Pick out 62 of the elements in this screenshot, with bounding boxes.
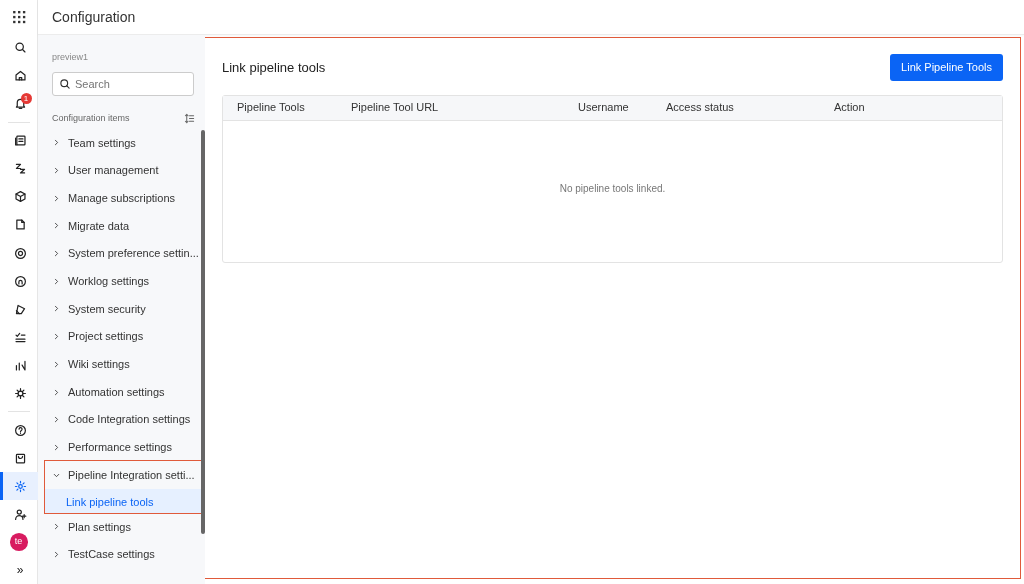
config-item[interactable]: Code Integration settings [52,405,195,434]
chevron-right-icon [52,221,61,231]
config-subitem[interactable]: Link pipeline tools [45,488,202,513]
home-icon [13,69,27,83]
chevron-right-icon [52,549,61,559]
chevron-right-icon [52,332,61,342]
search-field[interactable]: Search [52,71,194,96]
sort-list-icon[interactable] [184,112,195,124]
nav-rail-button[interactable]: 1 [0,89,38,118]
chevron-right-icon [52,276,61,286]
column-header: Access status [666,101,734,114]
chevron-right-icon [52,138,61,148]
search-icon [13,41,27,55]
chevron-right-icon [52,442,61,452]
checklist-icon [13,330,27,344]
section-label: Configuration items [52,111,130,125]
column-header: Pipeline Tools [237,101,305,114]
column-header: Pipeline Tool URL [351,101,439,114]
config-item[interactable]: Worklog settings [52,267,195,296]
link-tools-button[interactable]: Link Pipeline Tools [890,54,1003,81]
config-item[interactable]: Project settings [52,322,195,351]
config-item[interactable]: Automation settings [52,378,195,406]
config-item[interactable]: Wiki settings [52,350,195,379]
gauge-icon [13,274,27,288]
page-heading: Link pipeline tools [222,58,326,77]
config-item[interactable]: Performance settings [52,433,195,462]
bar-chart-icon [13,358,27,372]
workspace-name: preview1 [52,51,90,64]
add-user-icon [13,507,27,521]
file-icon [13,218,27,232]
config-item[interactable]: Team settings [52,129,195,157]
empty-message: No pipeline tools linked. [559,181,666,196]
user-avatar[interactable]: te [9,533,28,551]
column-header: Username [578,101,629,114]
page-title: Configuration [52,7,136,27]
chevron-right-icon [52,166,61,176]
scrollbar[interactable] [201,130,205,534]
bag-icon [13,451,27,465]
config-item[interactable]: System security [52,295,195,323]
apps-grid-icon[interactable] [11,10,26,24]
chevron-right-icon [52,193,61,203]
config-item[interactable]: Pipeline Integration setti... [52,461,195,489]
chevron-right-icon [52,522,61,532]
cube-icon [13,190,27,204]
chevron-right-icon [52,359,61,369]
chevron-right-icon [52,249,61,259]
expand-button[interactable]: » [0,556,38,584]
bell-icon [13,97,27,111]
chevron-right-icon [52,387,61,397]
target-icon [13,246,27,260]
chevron-right-icon [52,415,61,425]
help-icon [13,423,27,437]
chevron-right-icon [52,304,61,314]
config-item[interactable]: Plan settings [52,512,195,541]
config-item[interactable]: User management [52,156,195,185]
config-item[interactable]: TestCase settings [52,540,195,569]
column-header: Action [834,101,865,114]
notification-count: 1 [20,92,32,104]
config-item[interactable]: Migrate data [52,212,195,240]
config-item[interactable]: Manage subscriptions [52,184,195,213]
document-list-icon [13,134,27,148]
settings-icon [13,479,27,493]
